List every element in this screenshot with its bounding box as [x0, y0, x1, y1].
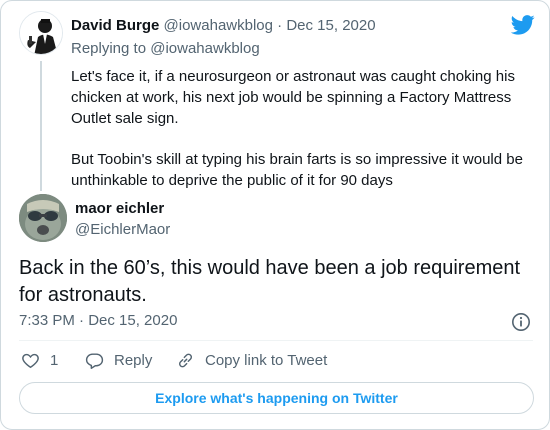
heart-icon: [22, 353, 39, 369]
parent-date[interactable]: Dec 15, 2020: [286, 17, 375, 34]
author-display-name[interactable]: maor eichler: [75, 200, 164, 217]
author-handle[interactable]: @EichlerMaor: [75, 221, 170, 238]
reply-button[interactable]: Reply: [85, 351, 152, 370]
copy-link-label: Copy link to Tweet: [205, 352, 328, 369]
parent-paragraph: Let's face it, if a neurosurgeon or astr…: [71, 68, 515, 127]
parent-header: David Burge @iowahawkblog · Dec 15, 2020: [71, 17, 376, 34]
divider: [19, 340, 533, 341]
copy-link-button[interactable]: Copy link to Tweet: [176, 351, 327, 370]
parent-handle[interactable]: @iowahawkblog: [164, 17, 273, 34]
tweet-timestamp[interactable]: 7:33 PM · Dec 15, 2020: [19, 312, 177, 329]
like-count: 1: [50, 352, 59, 369]
replying-to: Replying to @iowahawkblog: [71, 40, 260, 57]
parent-avatar[interactable]: [19, 11, 63, 55]
replying-to-handle[interactable]: @iowahawkblog: [150, 40, 259, 57]
explore-twitter-button[interactable]: Explore what's happening on Twitter: [19, 382, 534, 414]
reply-bubble-icon: [85, 353, 104, 369]
parent-display-name[interactable]: David Burge: [71, 17, 159, 34]
link-icon: [179, 353, 192, 368]
thread-connector-line: [40, 61, 42, 191]
tweet-embed-card: David Burge @iowahawkblog · Dec 15, 2020…: [0, 0, 550, 430]
info-icon[interactable]: [511, 312, 531, 332]
twitter-bird-icon[interactable]: [511, 15, 535, 35]
reply-label: Reply: [114, 352, 153, 369]
tweet-text: Back in the 60’s, this would have been a…: [19, 257, 521, 306]
like-button[interactable]: 1: [21, 351, 58, 370]
parent-tweet-text: Let's face it, if a neurosurgeon or astr…: [71, 66, 539, 191]
replying-to-label: Replying to: [71, 40, 147, 57]
parent-paragraph: But Toobin's skill at typing his brain f…: [71, 151, 523, 189]
meta-separator: ·: [277, 17, 283, 34]
author-avatar[interactable]: [19, 194, 67, 242]
